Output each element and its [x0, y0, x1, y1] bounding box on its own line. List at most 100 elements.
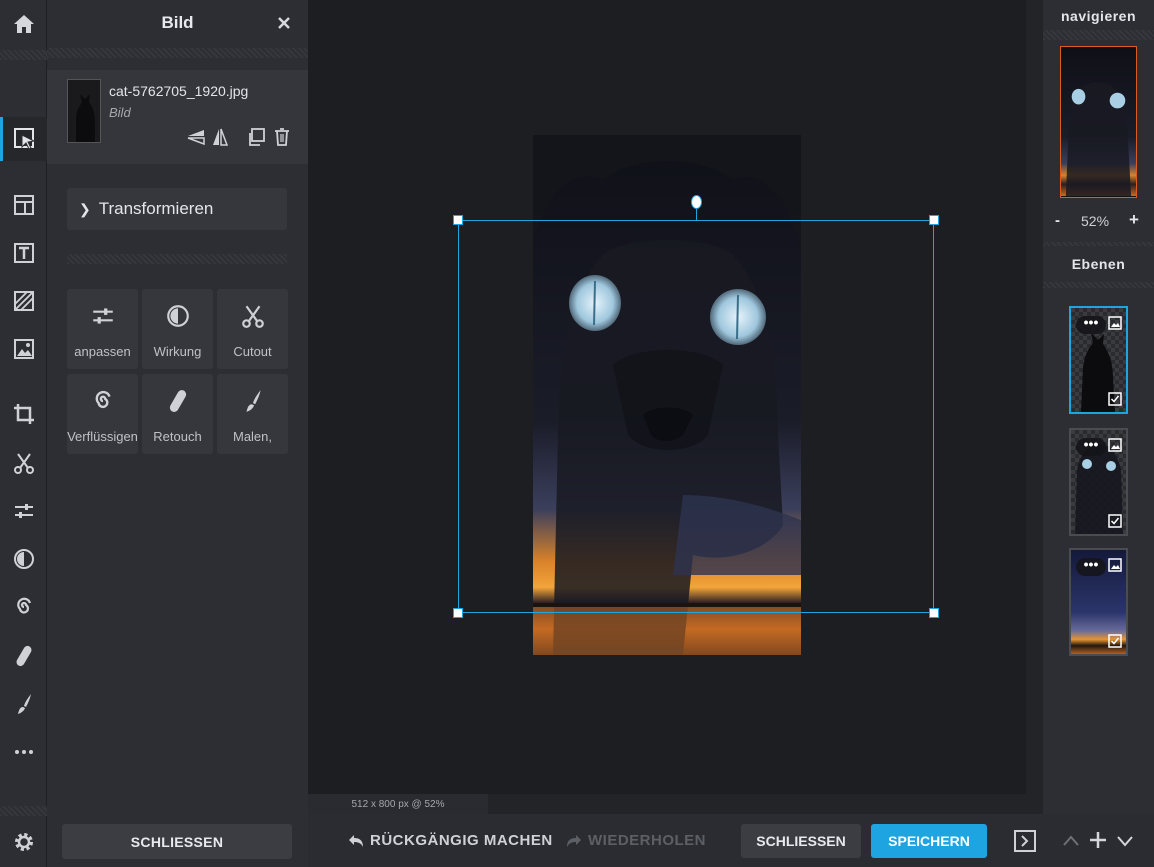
undo-button[interactable]: RÜCKGÄNGIG MACHEN [348, 832, 553, 849]
tool-tile-retouch[interactable]: Retouch [142, 374, 213, 454]
more-tools-button[interactable] [0, 730, 47, 774]
layer-options-button[interactable]: ••• [1076, 557, 1106, 576]
rail-divider [0, 806, 47, 816]
tool-tile-effects[interactable]: Wirkung [142, 289, 213, 369]
scissors-icon [242, 305, 264, 328]
visibility-checkbox-icon[interactable] [1108, 392, 1122, 406]
save-button[interactable]: SPEICHERN [871, 824, 987, 858]
crop-tool-button[interactable] [0, 392, 47, 436]
visibility-checkbox-icon[interactable] [1108, 514, 1122, 528]
half-circle-icon [13, 549, 34, 569]
resize-handle-top-left[interactable] [453, 215, 463, 225]
home-button[interactable] [0, 2, 47, 46]
pattern-icon [13, 291, 34, 311]
panel-close-button[interactable] [272, 11, 296, 35]
flip-horizontal-button[interactable] [209, 126, 231, 148]
liquify-tool-button[interactable] [0, 585, 47, 629]
plus-icon [1090, 832, 1106, 848]
layer-options-button[interactable]: ••• [1076, 315, 1106, 334]
navigator-title: navigieren [1060, 8, 1137, 24]
tool-tile-adjust[interactable]: anpassen [67, 289, 138, 369]
settings-button[interactable] [0, 820, 47, 864]
panel-header: Bild [47, 0, 308, 46]
visibility-checkbox-icon[interactable] [1108, 634, 1122, 648]
more-icon [14, 750, 33, 754]
spiral-icon [95, 390, 111, 409]
resize-handle-bottom-right[interactable] [929, 608, 939, 618]
panel-title: Bild [161, 13, 194, 32]
canvas-area[interactable] [308, 0, 1026, 794]
sliders-icon [14, 504, 33, 518]
transform-expander[interactable]: ❯ Transformieren [67, 188, 287, 230]
navigator-image [1061, 47, 1136, 197]
sliders-icon [93, 308, 113, 324]
resize-handle-top-right[interactable] [929, 215, 939, 225]
bandage-icon [16, 645, 31, 667]
bandage-icon [169, 390, 187, 412]
pattern-tool-button[interactable] [0, 279, 47, 323]
tool-tile-paint[interactable]: Malen, [217, 374, 288, 454]
vertical-scrollbar[interactable] [1026, 0, 1043, 794]
image-tool-button[interactable] [0, 327, 47, 371]
tool-tile-label: Cutout [233, 344, 272, 359]
chevron-down-icon [1117, 836, 1133, 847]
half-circle-icon [167, 305, 189, 327]
close-icon [278, 17, 290, 29]
duplicate-button[interactable] [245, 126, 267, 148]
delete-button[interactable] [271, 126, 293, 148]
layer-item-cat-face[interactable]: ••• [1069, 428, 1128, 536]
trash-icon [275, 128, 289, 146]
brush-icon [246, 390, 261, 412]
add-layer-button[interactable] [1088, 830, 1108, 850]
tool-tile-label: Malen, [232, 429, 273, 444]
tool-tile-liquify[interactable]: Verflüssigen [67, 374, 138, 454]
scissors-icon [13, 453, 34, 474]
gear-icon [14, 833, 33, 851]
tool-tile-label: Wirkung [153, 344, 202, 359]
cat-silhouette [76, 94, 95, 142]
paint-tool-button[interactable] [0, 682, 47, 726]
rotation-handle[interactable] [691, 195, 702, 209]
duplicate-icon [249, 128, 265, 146]
tool-tile-label: Verflüssigen [67, 429, 138, 444]
layer-options-button[interactable]: ••• [1076, 437, 1106, 456]
chevron-right-icon: ❯ [79, 200, 91, 217]
close-button[interactable]: SCHLIESSEN [741, 824, 861, 858]
resize-handle-bottom-left[interactable] [453, 608, 463, 618]
image-icon [1108, 316, 1122, 330]
image-icon [13, 339, 34, 359]
layer-item-cat-cutout[interactable]: ••• [1069, 306, 1128, 414]
layer-item-sunset[interactable]: ••• [1069, 548, 1128, 656]
layer-type: Bild [109, 105, 131, 120]
zoom-in-button[interactable]: + [1129, 210, 1139, 230]
layer-down-button[interactable] [1116, 832, 1134, 850]
rail-divider [0, 50, 47, 60]
photo-editor-app: Bild cat-5762705_1920.jpg Bild ❯ Transfo… [0, 0, 1154, 867]
adjust-tool-button[interactable] [0, 489, 47, 533]
redo-label: WIEDERHOLEN [588, 832, 706, 849]
text-tool-button[interactable] [0, 231, 47, 275]
bottom-toolbar: RÜCKGÄNGIG MACHEN WIEDERHOLEN SCHLIESSEN… [308, 814, 1154, 867]
navigator-preview[interactable] [1060, 46, 1137, 198]
sidebar-divider [1043, 30, 1154, 40]
toggle-panel-button[interactable] [1014, 830, 1036, 852]
retouch-tool-button[interactable] [0, 634, 47, 678]
effects-tool-button[interactable] [0, 537, 47, 581]
layer-up-button[interactable] [1062, 832, 1080, 850]
home-icon [13, 15, 34, 33]
flip-horizontal-icon [213, 128, 229, 146]
spiral-icon [16, 597, 31, 614]
image-icon [1108, 438, 1122, 452]
redo-button[interactable]: WIEDERHOLEN [566, 832, 706, 849]
panel-close-text-button[interactable]: SCHLIESSEN [62, 824, 292, 859]
flip-vertical-button[interactable] [185, 126, 207, 148]
selection-bounding-box[interactable] [453, 215, 939, 618]
template-tool-button[interactable] [0, 183, 47, 227]
tool-tile-cutout[interactable]: Cutout [217, 289, 288, 369]
cutout-tool-button[interactable] [0, 441, 47, 485]
select-tool-button[interactable] [0, 117, 47, 161]
tool-tile-label: Retouch [153, 429, 202, 444]
text-icon [13, 243, 34, 263]
zoom-out-button[interactable]: - [1055, 212, 1060, 229]
tool-tile-label: anpassen [74, 344, 131, 359]
